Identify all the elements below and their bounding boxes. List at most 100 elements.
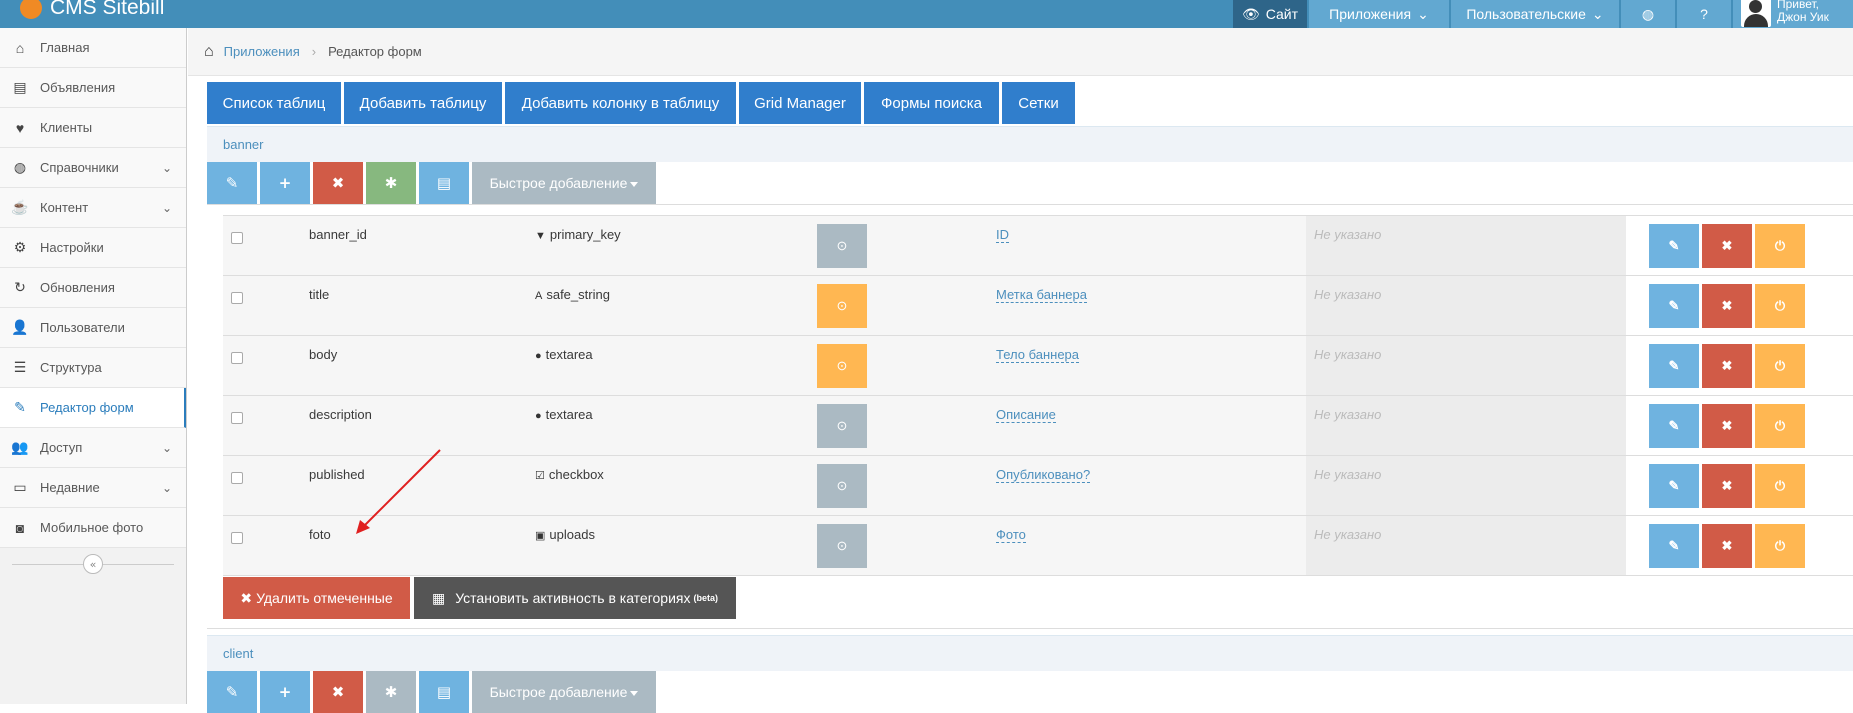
row-checkbox[interactable]: [231, 352, 243, 364]
edit-column-button[interactable]: ✎: [1649, 284, 1699, 328]
column-title[interactable]: Метка баннера: [996, 287, 1087, 303]
delete-table-button[interactable]: ✖: [313, 671, 363, 713]
edit-table-button[interactable]: ✎: [207, 162, 257, 204]
row-checkbox[interactable]: [231, 532, 243, 544]
cog-icon: ⚙: [13, 239, 27, 255]
power-button[interactable]: ⏻: [1755, 224, 1805, 268]
column-title[interactable]: Опубликовано?: [996, 467, 1091, 483]
column-title[interactable]: Описание: [996, 407, 1056, 423]
collapse-icon[interactable]: «: [83, 554, 103, 574]
delete-column-button[interactable]: ✖: [1702, 344, 1752, 388]
column-title[interactable]: Тело баннера: [996, 347, 1080, 363]
sidebar-item[interactable]: ♥ Клиенты: [0, 108, 186, 148]
delete-selected-button[interactable]: ✖ Удалить отмеченные: [223, 577, 410, 619]
column-name: foto: [309, 527, 331, 542]
default-value[interactable]: Не указано: [1306, 516, 1626, 575]
column-type: primary_key: [549, 227, 621, 242]
brand[interactable]: CMS Sitebill: [20, 0, 164, 20]
users-menu-button[interactable]: Пользовательские ⌄: [1451, 0, 1619, 28]
check-circle-icon: ⊙: [836, 298, 848, 313]
default-value[interactable]: Не указано: [1306, 336, 1626, 395]
power-button[interactable]: ⏻: [1755, 524, 1805, 568]
sidebar-item[interactable]: ▤ Объявления: [0, 68, 186, 108]
edit-table-button[interactable]: ✎: [207, 671, 257, 713]
sidebar-item[interactable]: 👥 Доступ ⌄: [0, 428, 186, 468]
active-toggle-button[interactable]: ⊙: [817, 404, 867, 448]
sidebar-item[interactable]: 👤 Пользователи: [0, 308, 186, 348]
power-button[interactable]: ⏻: [1755, 344, 1805, 388]
home-icon[interactable]: ⌂: [204, 43, 214, 61]
set-activity-button[interactable]: ▦ Установить активность в категориях (be…: [414, 577, 736, 619]
edit-column-button[interactable]: ✎: [1649, 224, 1699, 268]
tab-grids[interactable]: Сетки: [1002, 82, 1075, 124]
active-toggle-button[interactable]: ⊙: [817, 344, 867, 388]
sidebar-item[interactable]: ✎ Редактор форм: [0, 388, 186, 428]
tab-add-table[interactable]: Добавить таблицу: [344, 82, 502, 124]
globe-button[interactable]: ◍: [1621, 0, 1675, 28]
edit-column-button[interactable]: ✎: [1649, 524, 1699, 568]
user-menu[interactable]: Привет, Джон Уик: [1733, 0, 1853, 28]
column-title[interactable]: Фото: [996, 527, 1026, 543]
row-checkbox[interactable]: [231, 412, 243, 424]
asterisk-button[interactable]: ✱: [366, 162, 416, 204]
list-button[interactable]: ▤: [419, 162, 469, 204]
sidebar-item[interactable]: ☰ Структура: [0, 348, 186, 388]
power-icon: ⏻: [1774, 478, 1786, 493]
breadcrumb-separator: ›: [311, 44, 317, 59]
active-toggle-button[interactable]: ⊙: [817, 464, 867, 508]
edit-column-button[interactable]: ✎: [1649, 344, 1699, 388]
quick-add-button[interactable]: Быстрое добавление: [472, 671, 656, 713]
check-circle-icon: ⊙: [836, 238, 848, 253]
list-button[interactable]: ▤: [419, 671, 469, 713]
eye-icon: 👁: [1241, 5, 1260, 22]
delete-column-button[interactable]: ✖: [1702, 224, 1752, 268]
sidebar-item[interactable]: ▭ Недавние ⌄: [0, 468, 186, 508]
section-header[interactable]: banner: [207, 126, 1853, 162]
delete-column-button[interactable]: ✖: [1702, 464, 1752, 508]
tab-grid-manager[interactable]: Grid Manager: [739, 82, 861, 124]
power-button[interactable]: ⏻: [1755, 404, 1805, 448]
add-column-button[interactable]: +: [260, 162, 310, 204]
section-header[interactable]: client: [207, 635, 1853, 671]
active-toggle-button[interactable]: ⊙: [817, 224, 867, 268]
edit-column-button[interactable]: ✎: [1649, 404, 1699, 448]
breadcrumb-link[interactable]: Приложения: [224, 44, 300, 59]
plus-icon: +: [278, 683, 292, 701]
delete-column-button[interactable]: ✖: [1702, 404, 1752, 448]
sidebar-item[interactable]: ◙ Мобильное фото: [0, 508, 186, 548]
default-value[interactable]: Не указано: [1306, 456, 1626, 515]
sidebar-item[interactable]: ↻ Обновления: [0, 268, 186, 308]
active-toggle-button[interactable]: ⊙: [817, 524, 867, 568]
power-button[interactable]: ⏻: [1755, 284, 1805, 328]
site-button[interactable]: 👁 Сайт: [1233, 0, 1307, 28]
sidebar-item[interactable]: ⚙ Настройки: [0, 228, 186, 268]
help-button[interactable]: ?: [1677, 0, 1731, 28]
column-title[interactable]: ID: [996, 227, 1009, 243]
sidebar-item[interactable]: ☕ Контент ⌄: [0, 188, 186, 228]
asterisk-button[interactable]: ✱: [366, 671, 416, 713]
sidebar-item[interactable]: ⌂ Главная: [0, 28, 186, 68]
sidebar-item-label: Недавние: [40, 480, 100, 495]
default-value[interactable]: Не указано: [1306, 216, 1626, 275]
column-type: safe_string: [546, 287, 610, 302]
active-toggle-button[interactable]: ⊙: [817, 284, 867, 328]
user-icon: 👤: [11, 319, 29, 335]
row-checkbox[interactable]: [231, 472, 243, 484]
delete-table-button[interactable]: ✖: [313, 162, 363, 204]
power-button[interactable]: ⏻: [1755, 464, 1805, 508]
row-checkbox[interactable]: [231, 232, 243, 244]
tab-search-forms[interactable]: Формы поиска: [864, 82, 999, 124]
apps-menu-button[interactable]: Приложения ⌄: [1309, 0, 1449, 28]
sidebar-item[interactable]: ◍ Справочники ⌄: [0, 148, 186, 188]
delete-column-button[interactable]: ✖: [1702, 524, 1752, 568]
delete-column-button[interactable]: ✖: [1702, 284, 1752, 328]
edit-column-button[interactable]: ✎: [1649, 464, 1699, 508]
quick-add-button[interactable]: Быстрое добавление: [472, 162, 656, 204]
tab-add-column[interactable]: Добавить колонку в таблицу: [505, 82, 736, 124]
logo-icon: [20, 0, 42, 19]
row-checkbox[interactable]: [231, 292, 243, 304]
default-value[interactable]: Не указано: [1306, 276, 1626, 335]
add-column-button[interactable]: +: [260, 671, 310, 713]
tab-table-list[interactable]: Список таблиц: [207, 82, 341, 124]
default-value[interactable]: Не указано: [1306, 396, 1626, 455]
